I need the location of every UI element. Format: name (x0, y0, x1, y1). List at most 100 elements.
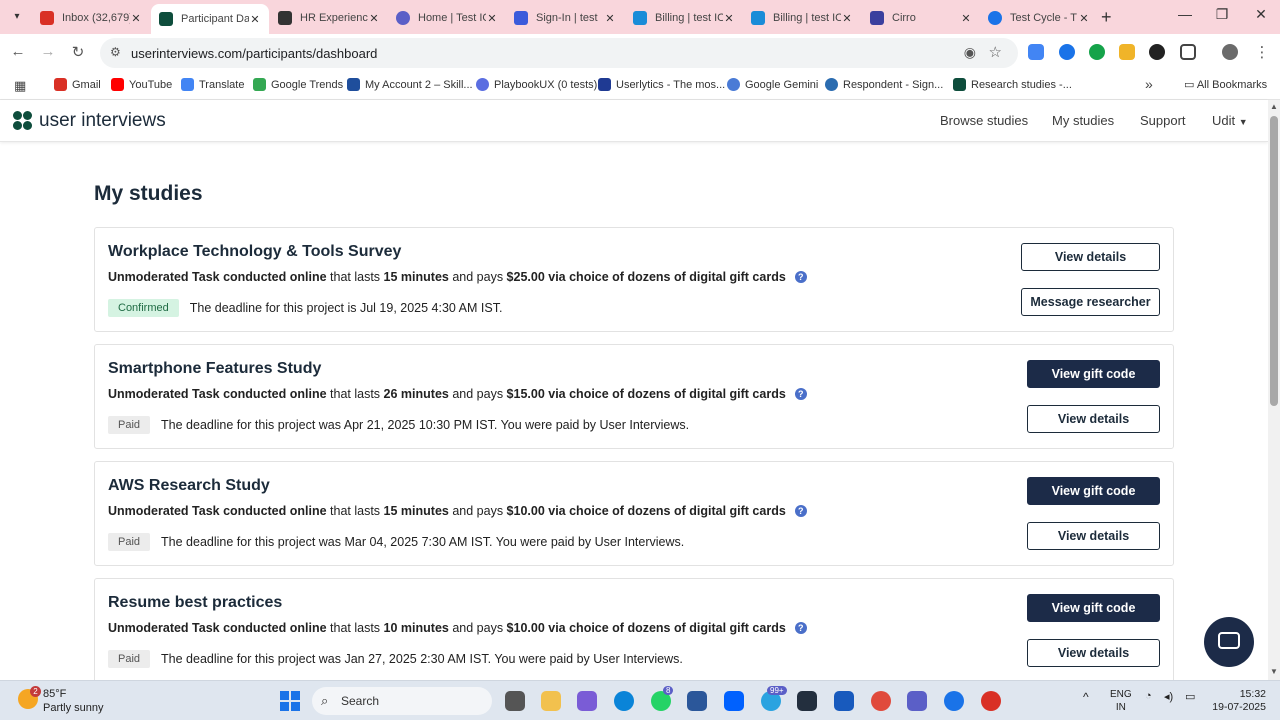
kebab-menu-icon[interactable]: ⋮ (1252, 43, 1272, 61)
system-clock[interactable]: 15:32 19-07-2025 (1210, 688, 1266, 714)
task-view-icon[interactable] (505, 691, 525, 711)
tab-cirro[interactable]: Cirro ✕ (862, 4, 980, 32)
view-details-button[interactable]: View details (1027, 522, 1160, 550)
user-menu[interactable]: Udit ▼ (1212, 113, 1248, 128)
tab-test-cycle[interactable]: Test Cycle - T ✕ (980, 4, 1098, 32)
nav-support[interactable]: Support (1140, 113, 1186, 128)
close-icon[interactable]: ✕ (368, 12, 380, 25)
file-explorer-icon[interactable] (541, 691, 561, 711)
bookmark-google-gemini[interactable]: Google Gemini (727, 78, 818, 91)
scroll-down-arrow-icon[interactable]: ▼ (1268, 667, 1280, 676)
input-language-indicator[interactable]: ENG IN (1110, 688, 1132, 714)
grammarly-extension-icon[interactable] (1089, 44, 1105, 60)
windows-start-icon[interactable] (280, 691, 300, 711)
dropbox-icon[interactable] (724, 691, 744, 711)
puzzle-extensions-icon[interactable] (1180, 44, 1196, 60)
close-icon[interactable]: ✕ (960, 12, 972, 25)
bookmark-google-trends[interactable]: Google Trends (253, 78, 343, 91)
amazon-music-icon[interactable] (797, 691, 817, 711)
office-icon[interactable] (834, 691, 854, 711)
tab-billing-1[interactable]: Billing | test IO ✕ (625, 4, 743, 32)
minimize-icon[interactable]: — (1175, 6, 1195, 22)
bookmark-youtube[interactable]: YouTube (111, 78, 172, 91)
close-icon[interactable]: ✕ (723, 12, 735, 25)
close-icon[interactable]: ✕ (249, 13, 261, 26)
voice-extension-icon[interactable] (1059, 44, 1075, 60)
bookmark-gmail[interactable]: Gmail (54, 78, 101, 91)
page-scrollbar[interactable]: ▲ ▼ (1268, 100, 1280, 680)
chrome-alt-icon[interactable] (981, 691, 1001, 711)
bookmark-my-account[interactable]: My Account 2 – Skill... (347, 78, 473, 91)
view-gift-code-button[interactable]: View gift code (1027, 477, 1160, 505)
tab-inbox[interactable]: Inbox (32,679) ✕ (32, 4, 150, 32)
reload-icon[interactable]: ↻ (68, 43, 88, 61)
new-tab-plus-icon[interactable]: + (1101, 7, 1112, 28)
weather-temperature[interactable]: 85°F (43, 688, 66, 700)
view-details-button[interactable]: View details (1027, 639, 1160, 667)
view-details-button[interactable]: View details (1027, 405, 1160, 433)
chrome-icon[interactable] (871, 691, 891, 711)
volume-icon[interactable]: ◂) (1164, 690, 1173, 703)
forward-arrow-icon[interactable]: → (38, 43, 58, 60)
edge-icon[interactable] (614, 691, 634, 711)
tab-home-test-io[interactable]: Home | Test IO ✕ (388, 4, 506, 32)
translate-extension-icon[interactable] (1028, 44, 1044, 60)
close-icon[interactable]: ✕ (130, 12, 142, 25)
close-icon[interactable]: ✕ (841, 12, 853, 25)
gemini-icon (727, 78, 740, 91)
user-interviews-icon (953, 78, 966, 91)
tab-billing-2[interactable]: Billing | test IO ✕ (743, 4, 861, 32)
scrollbar-thumb[interactable] (1270, 116, 1278, 406)
taskbar-search[interactable]: ⌕ Search (312, 687, 492, 715)
help-question-icon[interactable]: ? (794, 271, 807, 283)
close-icon[interactable]: ✕ (604, 12, 616, 25)
help-question-icon[interactable]: ? (794, 388, 807, 400)
bookmark-star-icon[interactable]: ☆ (989, 43, 1002, 61)
view-details-button[interactable]: View details (1021, 243, 1160, 271)
help-question-icon[interactable]: ? (794, 622, 807, 634)
address-bar[interactable]: ⚙ userinterviews.com/participants/dashbo… (100, 38, 1018, 68)
tab-hr-experience[interactable]: HR Experience ✕ (270, 4, 388, 32)
close-icon[interactable]: ✕ (1078, 12, 1090, 25)
copilot-icon[interactable] (577, 691, 597, 711)
weather-condition[interactable]: Partly sunny (43, 702, 104, 714)
bookmark-respondent[interactable]: Respondent - Sign... (825, 78, 943, 91)
profile-avatar[interactable] (1222, 44, 1238, 60)
teams-icon[interactable] (907, 691, 927, 711)
wifi-icon[interactable]: ◔ (1145, 690, 1152, 702)
all-bookmarks-folder[interactable]: ▭ All Bookmarks (1184, 78, 1267, 91)
nav-browse-studies[interactable]: Browse studies (940, 113, 1028, 128)
tab-sign-in[interactable]: Sign-In | test ✕ (506, 4, 624, 32)
view-gift-code-button[interactable]: View gift code (1027, 360, 1160, 388)
apps-grid-icon[interactable]: ▦ (14, 78, 26, 94)
user-interviews-logo[interactable]: user interviews (13, 110, 166, 132)
back-arrow-icon[interactable]: ← (8, 43, 28, 60)
window-close-icon[interactable]: ✕ (1251, 6, 1271, 23)
chrome-profile-icon[interactable] (944, 691, 964, 711)
maximize-icon[interactable]: ❐ (1212, 6, 1232, 23)
connector-text: that lasts (326, 270, 384, 284)
battery-icon[interactable]: ▭ (1185, 690, 1195, 703)
chevron-double-right-icon[interactable]: » (1145, 76, 1153, 92)
show-hidden-icons-chevron[interactable]: ^ (1083, 690, 1089, 704)
extension-icon[interactable] (1119, 44, 1135, 60)
message-researcher-button[interactable]: Message researcher (1021, 288, 1160, 316)
tab-participant-dashboard[interactable]: Participant Dashboard ✕ (151, 4, 269, 34)
bookmark-userlytics[interactable]: Userlytics - The mos... (598, 78, 725, 91)
extension-icon[interactable] (1149, 44, 1165, 60)
view-gift-code-button[interactable]: View gift code (1027, 594, 1160, 622)
site-info-icon[interactable]: ⚙ (110, 45, 121, 59)
store-icon[interactable] (687, 691, 707, 711)
support-chat-button[interactable] (1204, 617, 1254, 667)
user-name: Udit (1212, 113, 1236, 128)
tab-search-chevron-icon[interactable]: ▾ (6, 7, 28, 27)
url-text[interactable]: userinterviews.com/participants/dashboar… (131, 46, 377, 61)
nav-my-studies[interactable]: My studies (1052, 113, 1114, 128)
scroll-up-arrow-icon[interactable]: ▲ (1268, 102, 1280, 111)
bookmark-research-studies[interactable]: Research studies -... (953, 78, 1072, 91)
bookmark-playbookux[interactable]: PlaybookUX (0 tests) (476, 78, 597, 91)
close-icon[interactable]: ✕ (486, 12, 498, 25)
bookmark-translate[interactable]: Translate (181, 78, 244, 91)
eye-off-icon[interactable]: ◉ (964, 44, 976, 61)
help-question-icon[interactable]: ? (794, 505, 807, 517)
